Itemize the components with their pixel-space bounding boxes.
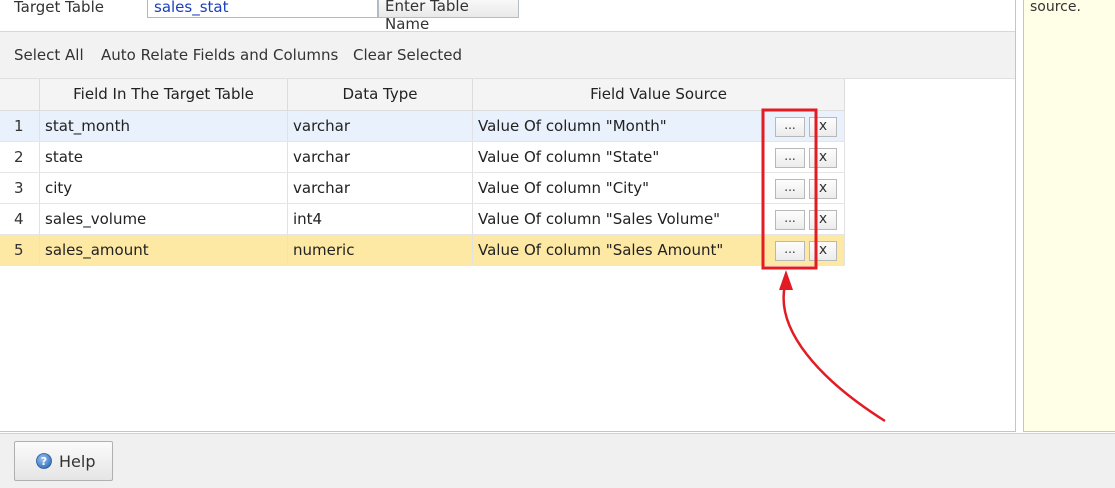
field-name-cell[interactable]: stat_month	[40, 111, 288, 141]
grid-header: Field In The Target Table Data Type Fiel…	[0, 79, 845, 111]
clear-source-button[interactable]: x	[809, 148, 837, 168]
row-number: 4	[0, 204, 40, 234]
value-source-text: Value Of column "Sales Volume"	[478, 210, 721, 228]
data-type-cell[interactable]: numeric	[288, 235, 473, 265]
column-header-value-source[interactable]: Field Value Source	[473, 79, 845, 110]
edit-source-button[interactable]: ...	[775, 117, 805, 137]
enter-table-name-button[interactable]: Enter Table Name	[378, 0, 519, 33]
field-mapping-panel: Target Table sales_stat Enter Table Name…	[0, 0, 1016, 432]
table-row[interactable]: 3 city varchar Value Of column "City" ..…	[0, 173, 845, 204]
help-button[interactable]: ? Help	[14, 441, 113, 481]
column-header-data-type[interactable]: Data Type	[288, 79, 473, 110]
row-number: 3	[0, 173, 40, 203]
field-mapping-grid: Field In The Target Table Data Type Fiel…	[0, 79, 845, 266]
value-source-text: Value Of column "City"	[478, 179, 649, 197]
toolbar: Select All Auto Relate Fields and Column…	[0, 31, 1015, 79]
row-number: 5	[0, 235, 40, 265]
auto-relate-button[interactable]: Auto Relate Fields and Columns	[101, 46, 338, 64]
help-label: Help	[59, 452, 96, 471]
edit-source-button[interactable]: ...	[775, 241, 805, 261]
value-source-text: Value Of column "State"	[478, 148, 660, 166]
help-circle-icon: ?	[36, 453, 52, 469]
column-header-field[interactable]: Field In The Target Table	[40, 79, 288, 110]
svg-text:?: ?	[41, 455, 47, 468]
table-row[interactable]: 4 sales_volume int4 Value Of column "Sal…	[0, 204, 845, 235]
table-row[interactable]: 2 state varchar Value Of column "State" …	[0, 142, 845, 173]
field-name-cell[interactable]: state	[40, 142, 288, 172]
hint-text: source.	[1030, 0, 1081, 15]
edit-source-button[interactable]: ...	[775, 148, 805, 168]
data-type-cell[interactable]: varchar	[288, 111, 473, 141]
target-table-row: Target Table sales_stat Enter Table Name	[0, 0, 1016, 33]
clear-selected-button[interactable]: Clear Selected	[353, 46, 462, 64]
select-all-button[interactable]: Select All	[14, 46, 84, 64]
target-table-input[interactable]: sales_stat	[147, 0, 378, 18]
field-name-cell[interactable]: sales_volume	[40, 204, 288, 234]
value-source-text: Value Of column "Month"	[478, 117, 667, 135]
table-row[interactable]: 1 stat_month varchar Value Of column "Mo…	[0, 111, 845, 142]
clear-source-button[interactable]: x	[809, 241, 837, 261]
clear-source-button[interactable]: x	[809, 210, 837, 230]
field-name-cell[interactable]: sales_amount	[40, 235, 288, 265]
hint-panel: source.	[1023, 0, 1115, 432]
edit-source-button[interactable]: ...	[775, 210, 805, 230]
data-type-cell[interactable]: int4	[288, 204, 473, 234]
target-table-label: Target Table	[14, 0, 104, 16]
field-name-cell[interactable]: city	[40, 173, 288, 203]
data-type-cell[interactable]: varchar	[288, 142, 473, 172]
row-number-header	[0, 79, 40, 110]
data-type-cell[interactable]: varchar	[288, 173, 473, 203]
edit-source-button[interactable]: ...	[775, 179, 805, 199]
footer-bar: ? Help	[0, 433, 1115, 488]
clear-source-button[interactable]: x	[809, 179, 837, 199]
table-row[interactable]: 5 sales_amount numeric Value Of column "…	[0, 235, 845, 266]
value-source-text: Value Of column "Sales Amount"	[478, 241, 724, 259]
clear-source-button[interactable]: x	[809, 117, 837, 137]
row-number: 1	[0, 111, 40, 141]
row-number: 2	[0, 142, 40, 172]
